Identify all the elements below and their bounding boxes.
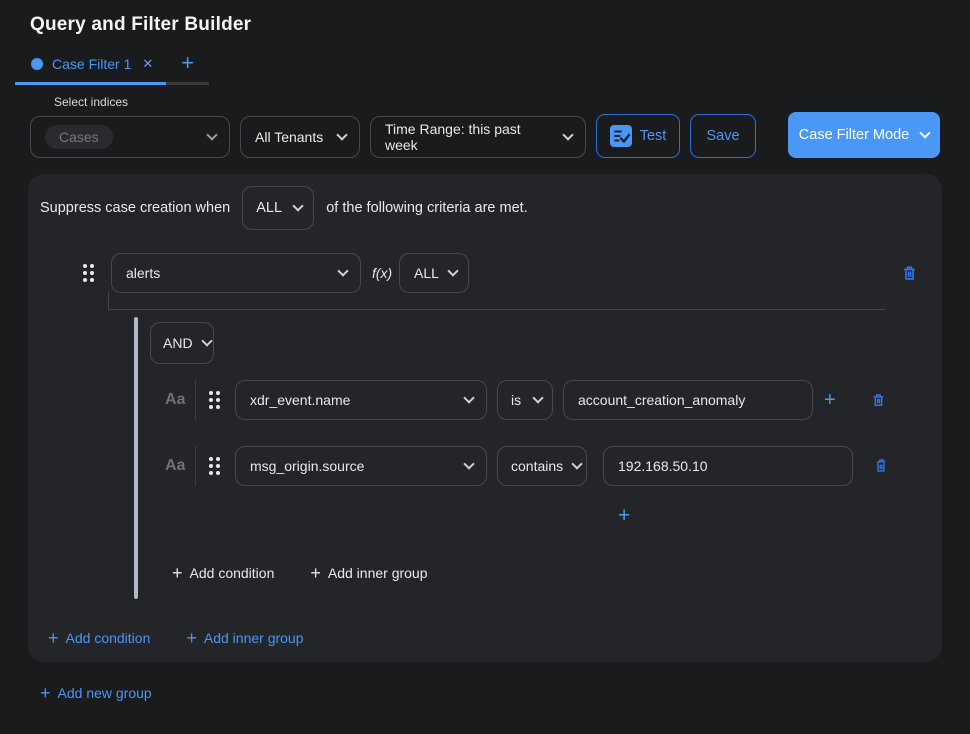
suppress-suffix-text: of the following criteria are met. — [326, 200, 527, 216]
save-button[interactable]: Save — [690, 114, 756, 158]
trash-icon — [870, 391, 887, 409]
fx-label: f(x) — [372, 265, 392, 281]
trash-icon — [873, 457, 889, 475]
suppress-rule-row: Suppress case creation when ALL of the f… — [40, 186, 528, 230]
toolbar: Select indices Cases All Tenants Time Ra… — [30, 95, 940, 158]
case-sensitivity-toggle[interactable]: Aa — [165, 457, 185, 475]
time-range-select[interactable]: Time Range: this past week — [370, 116, 586, 158]
checklist-icon — [610, 125, 632, 147]
condition-operator-select[interactable]: contains — [497, 446, 587, 486]
condition-operator-value: contains — [511, 458, 563, 474]
group-index-value: alerts — [126, 265, 160, 281]
delete-group-button[interactable] — [900, 263, 919, 283]
inner-group-logic-value: AND — [163, 335, 193, 351]
add-inner-group-label: Add inner group — [204, 630, 304, 646]
add-inner-group-label: Add inner group — [328, 565, 428, 581]
chevron-down-icon — [920, 127, 931, 138]
chevron-down-icon — [201, 335, 212, 346]
chevron-down-icon — [206, 129, 217, 140]
select-indices-label: Select indices — [54, 95, 230, 109]
condition-row: Aa xdr_event.name is + — [28, 380, 942, 420]
save-button-label: Save — [706, 128, 739, 144]
add-inner-group-link[interactable]: + Add inner group — [186, 629, 303, 647]
condition-field-value: msg_origin.source — [250, 458, 364, 474]
case-filter-mode-button[interactable]: Case Filter Mode — [788, 112, 940, 158]
add-tab-button[interactable]: + — [166, 48, 209, 85]
test-button[interactable]: Test — [596, 114, 680, 158]
trash-icon — [900, 263, 919, 283]
chevron-down-icon — [337, 265, 348, 276]
delete-condition-button[interactable] — [870, 391, 887, 409]
suppress-operator-select[interactable]: ALL — [242, 186, 314, 230]
case-sensitivity-toggle[interactable]: Aa — [165, 391, 185, 409]
group-header-row: alerts f(x) ALL — [28, 253, 942, 293]
condition-row: Aa msg_origin.source contains — [28, 446, 942, 486]
filter-builder-panel: Suppress case creation when ALL of the f… — [28, 174, 942, 662]
time-range-value: Time Range: this past week — [385, 121, 554, 153]
chevron-down-icon — [463, 392, 474, 403]
group-match-operator-value: ALL — [414, 265, 439, 281]
add-new-group-label: Add new group — [58, 685, 152, 701]
condition-field-value: xdr_event.name — [250, 392, 350, 408]
add-condition-link[interactable]: + Add condition — [48, 629, 150, 647]
group-index-select[interactable]: alerts — [111, 253, 361, 293]
tab-close-icon[interactable]: ✕ — [142, 56, 153, 72]
indices-field-group: Select indices Cases — [30, 95, 230, 158]
tab-status-dot-icon — [31, 58, 43, 70]
condition-field-select[interactable]: msg_origin.source — [235, 446, 487, 486]
plus-icon: + — [186, 629, 197, 647]
plus-icon: + — [310, 564, 321, 582]
tab-bar: Case Filter 1 ✕ + — [15, 48, 970, 85]
indices-chip: Cases — [45, 125, 113, 149]
plus-icon: + — [48, 629, 59, 647]
add-condition-link[interactable]: + Add condition — [172, 564, 274, 582]
group-connector-line — [108, 292, 885, 310]
tab-label: Case Filter 1 — [52, 56, 131, 72]
delete-condition-button[interactable] — [873, 457, 889, 475]
tab-case-filter-1[interactable]: Case Filter 1 ✕ — [15, 48, 166, 85]
add-condition-label: Add condition — [66, 630, 151, 646]
condition-value-input[interactable] — [603, 446, 853, 486]
condition-value-input[interactable] — [563, 380, 813, 420]
drag-handle-icon[interactable] — [209, 457, 220, 475]
chevron-down-icon — [571, 458, 582, 469]
tenants-value: All Tenants — [255, 129, 323, 145]
condition-operator-value: is — [511, 392, 521, 408]
add-condition-inline-button[interactable]: + — [824, 390, 836, 410]
chevron-down-icon — [293, 200, 304, 211]
indices-select[interactable]: Cases — [30, 116, 230, 158]
chevron-down-icon — [447, 265, 458, 276]
add-value-button[interactable]: + — [618, 505, 630, 526]
plus-icon: + — [172, 564, 183, 582]
divider — [195, 380, 196, 420]
condition-operator-select[interactable]: is — [497, 380, 553, 420]
add-inner-group-link[interactable]: + Add inner group — [310, 564, 427, 582]
page-title: Query and Filter Builder — [30, 14, 970, 36]
test-button-label: Test — [640, 128, 667, 144]
add-new-group-link[interactable]: + Add new group — [40, 684, 152, 702]
plus-icon: + — [40, 684, 51, 702]
drag-handle-icon[interactable] — [83, 264, 94, 282]
group-actions: + Add condition + Add inner group — [48, 629, 304, 647]
tenants-select[interactable]: All Tenants — [240, 116, 360, 158]
suppress-prefix-text: Suppress case creation when — [40, 200, 230, 216]
divider — [195, 446, 196, 486]
condition-field-select[interactable]: xdr_event.name — [235, 380, 487, 420]
inner-group-logic-select[interactable]: AND — [150, 322, 214, 364]
chevron-down-icon — [463, 458, 474, 469]
add-condition-label: Add condition — [190, 565, 275, 581]
chevron-down-icon — [532, 392, 543, 403]
chevron-down-icon — [336, 129, 347, 140]
drag-handle-icon[interactable] — [209, 391, 220, 409]
group-match-operator-select[interactable]: ALL — [399, 253, 469, 293]
suppress-operator-value: ALL — [256, 200, 282, 216]
case-filter-mode-label: Case Filter Mode — [799, 127, 909, 143]
inner-group-actions: + Add condition + Add inner group — [172, 564, 428, 582]
chevron-down-icon — [562, 129, 573, 140]
